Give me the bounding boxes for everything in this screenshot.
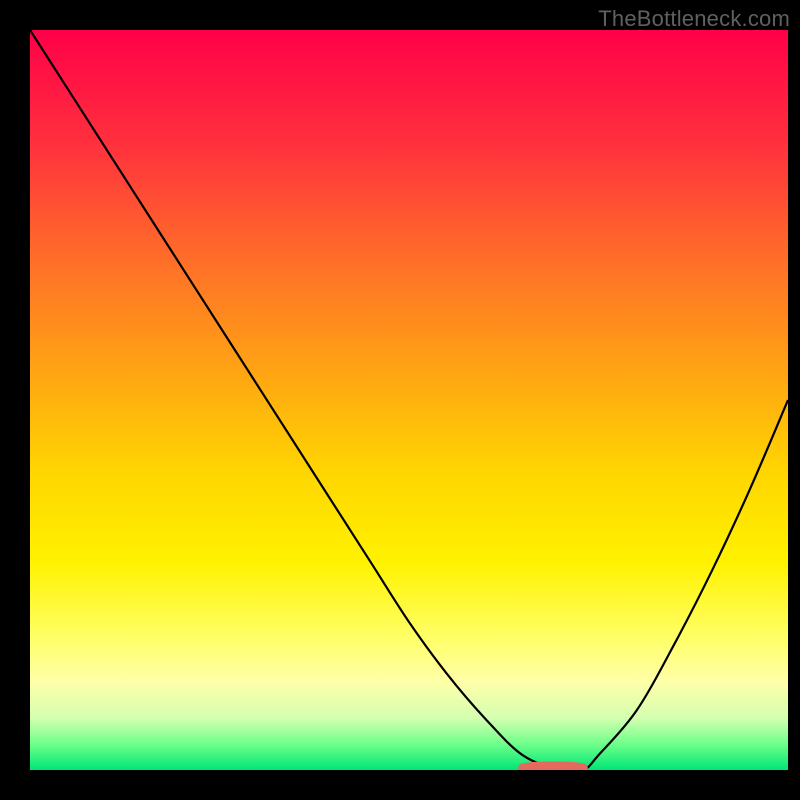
watermark-text: TheBottleneck.com — [598, 6, 790, 32]
chart-svg — [0, 0, 800, 800]
frame-right — [788, 0, 800, 800]
bottleneck-chart: TheBottleneck.com — [0, 0, 800, 800]
frame-left — [0, 0, 30, 800]
minimum-highlight — [523, 766, 584, 768]
frame-bottom — [0, 770, 800, 800]
plot-background — [30, 30, 788, 770]
